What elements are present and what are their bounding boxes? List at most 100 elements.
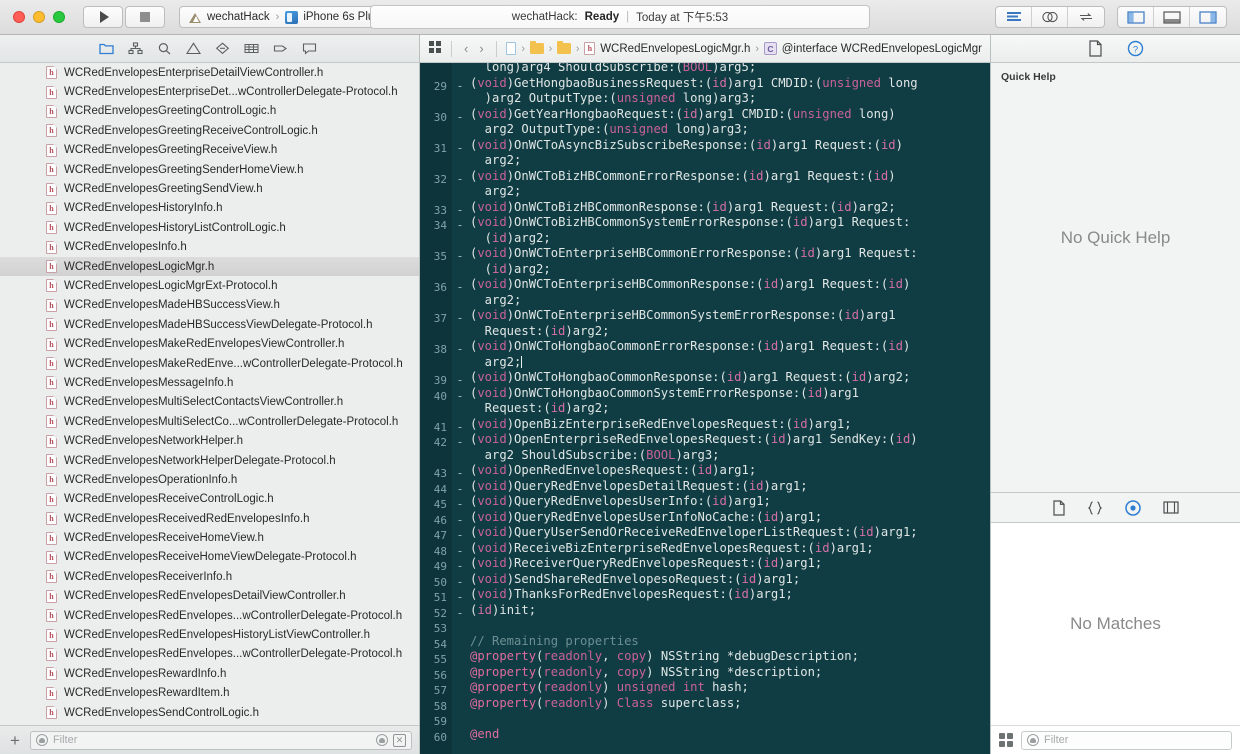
file-list-item[interactable]: h WCRedEnvelopesRedEnvelopesDetailViewCon…	[0, 587, 419, 606]
file-list-item[interactable]: h WCRedEnvelopesMadeHBSuccessView.h	[0, 296, 419, 315]
run-button[interactable]	[83, 6, 123, 28]
code-line[interactable]: (void)GetYearHongbaoRequest:(id)arg1 CMD…	[470, 107, 990, 123]
version-editor-button[interactable]	[1068, 7, 1104, 27]
code-line[interactable]: (void)OnWCToEnterpriseHBCommonResponse:(…	[470, 277, 990, 293]
file-list-item[interactable]: h WCRedEnvelopesNetworkHelper.h	[0, 431, 419, 450]
debug-navigator-tab[interactable]	[237, 38, 266, 60]
file-list-item[interactable]: h WCRedEnvelopesOperationInfo.h	[0, 470, 419, 489]
code-line[interactable]: (void)ReceiverQueryRedEnvelopesRequest:(…	[470, 556, 990, 572]
file-list-item[interactable]: h WCRedEnvelopesGreetingSendView.h	[0, 179, 419, 198]
project-file-list[interactable]: h WCRedEnvelopesEnterpriseDetailViewContr…	[0, 63, 419, 725]
code-line[interactable]: Request:(id)arg2;	[470, 324, 990, 340]
file-list-item[interactable]: h WCRedEnvelopesReceiveHomeView.h	[0, 528, 419, 547]
code-line[interactable]: (void)OnWCToEnterpriseHBCommonErrorRespo…	[470, 246, 990, 262]
file-list-item[interactable]: h WCRedEnvelopesReceivedRedEnvelopesInfo.…	[0, 509, 419, 528]
file-list-item[interactable]: h WCRedEnvelopesHistoryListControlLogic.h	[0, 218, 419, 237]
code-line[interactable]: arg2 OutputType:(unsigned long)arg3;	[470, 122, 990, 138]
code-line[interactable]: (void)SendShareRedEnvelopesoRequest:(id)…	[470, 572, 990, 588]
file-list-item[interactable]: h WCRedEnvelopesRedEnvelopes...wControlle…	[0, 606, 419, 625]
code-line[interactable]: @property(readonly, copy) NSString *debu…	[470, 649, 990, 665]
code-line[interactable]: Request:(id)arg2;	[470, 401, 990, 417]
file-list-item[interactable]: h WCRedEnvelopesGreetingReceiveControlLog…	[0, 121, 419, 140]
file-list-item[interactable]: h WCRedEnvelopesMultiSelectCo...wControll…	[0, 412, 419, 431]
file-list-item[interactable]: h WCRedEnvelopesReceiverInfo.h	[0, 567, 419, 586]
library-filter-field[interactable]: Filter	[1021, 730, 1232, 750]
code-line[interactable]: @property(readonly) unsigned int hash;	[470, 680, 990, 696]
code-line[interactable]: (void)OnWCToHongbaoCommonSystemErrorResp…	[470, 386, 990, 402]
code-line[interactable]: (void)OnWCToBizHBCommonErrorResponse:(id…	[470, 169, 990, 185]
code-line[interactable]	[470, 711, 990, 727]
code-line[interactable]: (void)OnWCToBizHBCommonResponse:(id)arg1…	[470, 200, 990, 216]
file-list-item[interactable]: h WCRedEnvelopesSendControlLogic.h	[0, 703, 419, 722]
quick-help-inspector-tab[interactable]: ?	[1127, 40, 1144, 57]
code-line[interactable]: (void)QueryRedEnvelopesUserInfo:(id)arg1…	[470, 494, 990, 510]
file-list-item[interactable]: h WCRedEnvelopesLogicMgrExt-Protocol.h	[0, 276, 419, 295]
file-list-item[interactable]: h WCRedEnvelopesNetworkHelperDelegate-Pro…	[0, 451, 419, 470]
code-line[interactable]: (void)OnWCToEnterpriseHBCommonSystemErro…	[470, 308, 990, 324]
issue-navigator-tab[interactable]	[179, 38, 208, 60]
project-navigator-tab[interactable]	[92, 38, 121, 60]
code-line[interactable]: (id)arg2;	[470, 231, 990, 247]
standard-editor-button[interactable]	[996, 7, 1032, 27]
source-control-navigator-tab[interactable]	[121, 38, 150, 60]
breadcrumb-file-name[interactable]: WCRedEnvelopesLogicMgr.h	[600, 43, 750, 55]
media-library-tab[interactable]	[1162, 500, 1180, 515]
project-doc-icon[interactable]	[505, 42, 517, 55]
file-inspector-tab[interactable]	[1088, 40, 1103, 57]
forward-button[interactable]: ›	[476, 41, 486, 56]
file-list-item[interactable]: h WCRedEnvelopesMultiSelectContactsViewCo…	[0, 393, 419, 412]
minimize-window-button[interactable]	[33, 11, 45, 23]
file-list-item[interactable]: h WCRedEnvelopesRedEnvelopes...wControlle…	[0, 645, 419, 664]
code-line[interactable]: (void)OnWCToBizHBCommonSystemErrorRespon…	[470, 215, 990, 231]
toggle-navigator-button[interactable]	[1118, 7, 1154, 27]
breakpoint-navigator-tab[interactable]	[266, 38, 295, 60]
toggle-debug-area-button[interactable]	[1154, 7, 1190, 27]
object-library-tab[interactable]	[1124, 499, 1142, 517]
file-list-item[interactable]: h WCRedEnvelopesGreetingReceiveView.h	[0, 141, 419, 160]
code-line[interactable]: long)arg4 ShouldSubscribe:(BOOL)arg5;	[470, 63, 990, 76]
file-list-item[interactable]: h WCRedEnvelopesEnterpriseDet...wControll…	[0, 82, 419, 101]
code-line[interactable]: (void)GetHongbaoBusinessRequest:(id)arg1…	[470, 76, 990, 92]
file-list-item[interactable]: h WCRedEnvelopesRedEnvelopesHistoryListVi…	[0, 625, 419, 644]
file-list-item[interactable]: h WCRedEnvelopesRewardInfo.h	[0, 664, 419, 683]
code-line[interactable]: arg2;	[470, 153, 990, 169]
toggle-inspector-button[interactable]	[1190, 7, 1226, 27]
file-list-item[interactable]: h WCRedEnvelopesMadeHBSuccessViewDelegate…	[0, 315, 419, 334]
x-box-icon[interactable]: ✕	[393, 733, 406, 747]
editor-scrollbar[interactable]	[982, 63, 990, 754]
assistant-editor-button[interactable]	[1032, 7, 1068, 27]
code-line[interactable]: (void)QueryUserSendOrReceiveRedEnveloper…	[470, 525, 990, 541]
code-editor[interactable]: 29 30 31 32 33 34 35 36 37 38 39 40 41 42 4…	[420, 63, 990, 754]
code-line[interactable]: @property(readonly) Class superclass;	[470, 696, 990, 712]
code-line[interactable]: )arg2 OutputType:(unsigned long)arg3;	[470, 91, 990, 107]
code-line[interactable]: @property(readonly, copy) NSString *desc…	[470, 665, 990, 681]
file-list-item[interactable]: h WCRedEnvelopesGreetingControlLogic.h	[0, 102, 419, 121]
clock-icon[interactable]	[376, 734, 388, 746]
file-list-item[interactable]: h WCRedEnvelopesReceiveControlLogic.h	[0, 490, 419, 509]
file-list-item[interactable]: h WCRedEnvelopesEnterpriseDetailViewContr…	[0, 63, 419, 82]
file-list-item[interactable]: h WCRedEnvelopesLogicMgr.h	[0, 256, 419, 277]
source-code-text[interactable]: long)arg4 ShouldSubscribe:(BOOL)arg5; (vo…	[468, 63, 990, 754]
test-navigator-tab[interactable]	[208, 38, 237, 60]
breadcrumb-symbol-name[interactable]: @interface WCRedEnvelopesLogicMgr	[782, 43, 982, 55]
code-line[interactable]: arg2;	[470, 293, 990, 309]
file-list-item[interactable]: h WCRedEnvelopesInfo.h	[0, 238, 419, 257]
code-line[interactable]: (void)ThanksForRedEnvelopesRequest:(id)a…	[470, 587, 990, 603]
code-line[interactable]: // Remaining properties	[470, 634, 990, 650]
code-snippet-library-tab[interactable]	[1086, 500, 1104, 516]
code-line[interactable]: arg2;	[470, 355, 990, 371]
file-list-item[interactable]: h WCRedEnvelopesHistoryInfo.h	[0, 199, 419, 218]
breadcrumb-folder-icon-1[interactable]	[530, 40, 544, 54]
navigator-filter-field[interactable]: Filter ✕	[29, 730, 412, 750]
file-list-item[interactable]: h WCRedEnvelopesMessageInfo.h	[0, 373, 419, 392]
back-button[interactable]: ‹	[461, 41, 471, 56]
scheme-selector[interactable]: wechatHack › iPhone 6s Plus	[179, 6, 391, 28]
code-line[interactable]: (id)arg2;	[470, 262, 990, 278]
code-line[interactable]: (id)init;	[470, 603, 990, 619]
code-line[interactable]: (void)QueryRedEnvelopesUserInfoNoCache:(…	[470, 510, 990, 526]
file-list-item[interactable]: h WCRedEnvelopesMakeRedEnvelopesViewContr…	[0, 334, 419, 353]
close-window-button[interactable]	[13, 11, 25, 23]
file-template-library-tab[interactable]	[1052, 499, 1066, 516]
code-line[interactable]: (void)QueryRedEnvelopesDetailRequest:(id…	[470, 479, 990, 495]
file-list-item[interactable]: h WCRedEnvelopesRewardItem.h	[0, 684, 419, 703]
